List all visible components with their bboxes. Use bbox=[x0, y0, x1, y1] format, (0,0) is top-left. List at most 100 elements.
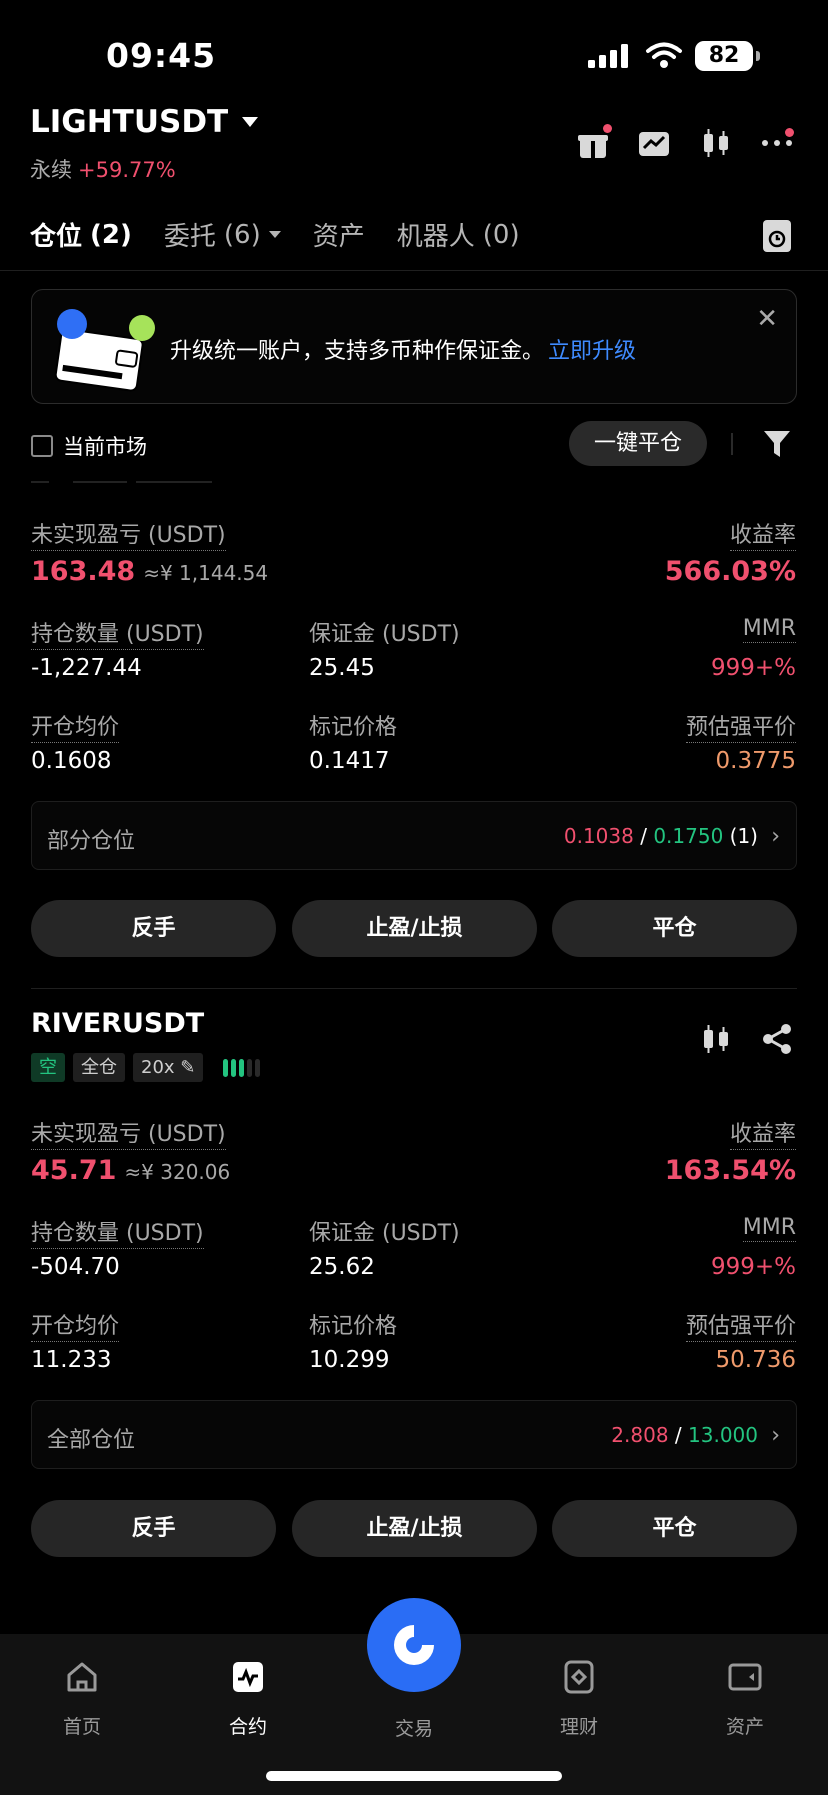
position-size-label[interactable]: 持仓数量 (USDT) bbox=[31, 1215, 204, 1249]
mark-price-value: 10.299 bbox=[309, 1347, 390, 1373]
notification-dot bbox=[785, 128, 794, 137]
entry-price-label[interactable]: 开仓均价 bbox=[31, 709, 120, 743]
mark-price-value: 0.1417 bbox=[309, 748, 390, 774]
liq-price-label[interactable]: 预估强平价 bbox=[685, 1308, 796, 1342]
cellular-signal-icon bbox=[588, 44, 628, 68]
history-icon[interactable] bbox=[763, 220, 791, 252]
home-indicator bbox=[266, 1771, 562, 1781]
upgrade-link[interactable]: 立即升级 bbox=[548, 339, 636, 364]
unrealized-pnl-label[interactable]: 未实现盈亏 (USDT) bbox=[31, 1116, 226, 1150]
close-position-button[interactable]: 平仓 bbox=[552, 1500, 797, 1557]
contract-type: 永续 bbox=[30, 158, 72, 182]
nav-assets[interactable]: 资产 bbox=[685, 1659, 805, 1739]
reverse-button[interactable]: 反手 bbox=[31, 1500, 276, 1557]
wifi-icon bbox=[646, 42, 682, 68]
pnl-value-row: 163.48 ≈¥ 1,144.54 bbox=[31, 556, 268, 587]
tp-sl-button[interactable]: 止盈/止损 bbox=[292, 900, 537, 957]
position-tabs: 仓位 (2) 委托 (6) 资产 机器人 (0) bbox=[30, 216, 552, 253]
position-size-value: -504.70 bbox=[31, 1254, 120, 1280]
nav-home[interactable]: 首页 bbox=[22, 1659, 142, 1739]
notification-dot bbox=[603, 124, 612, 133]
current-market-filter[interactable]: 当前市场 bbox=[31, 431, 147, 461]
pnl-cny: ≈¥ 320.06 bbox=[124, 1160, 231, 1184]
close-icon[interactable]: ✕ bbox=[756, 304, 778, 334]
margin-label: 保证金 (USDT) bbox=[309, 622, 460, 647]
reverse-button[interactable]: 反手 bbox=[31, 900, 276, 957]
nav-trade[interactable]: 交易 bbox=[354, 1714, 474, 1741]
tab-bots[interactable]: 机器人 (0) bbox=[397, 216, 520, 253]
earn-icon bbox=[564, 1660, 594, 1694]
sl-value: 13.000 bbox=[688, 1423, 758, 1447]
roe-label[interactable]: 收益率 bbox=[729, 517, 796, 551]
divider bbox=[31, 988, 797, 989]
pnl-value-row: 45.71 ≈¥ 320.06 bbox=[31, 1155, 230, 1186]
tpsl-values: 2.808 / 13.000 bbox=[611, 1423, 758, 1447]
more-icon[interactable] bbox=[760, 126, 794, 160]
close-all-button[interactable]: 一键平仓 bbox=[569, 421, 707, 466]
adl-indicator bbox=[223, 1058, 261, 1077]
position-size-value: -1,227.44 bbox=[31, 655, 142, 681]
tab-orders[interactable]: 委托 (6) bbox=[164, 216, 281, 253]
margin-value: 25.62 bbox=[309, 1254, 375, 1280]
tp-sl-button[interactable]: 止盈/止损 bbox=[292, 1500, 537, 1557]
margin-mode-badge: 全仓 bbox=[73, 1053, 125, 1082]
banner-message: 升级统一账户，支持多币种作保证金。 立即升级 bbox=[170, 339, 637, 364]
mark-price-label: 标记价格 bbox=[309, 1314, 398, 1339]
gift-icon[interactable] bbox=[576, 124, 612, 160]
current-market-label: 当前市场 bbox=[63, 435, 147, 459]
tab-assets[interactable]: 资产 bbox=[313, 216, 365, 253]
position-tags: 空 全仓 20x ✎ bbox=[31, 1053, 261, 1082]
entry-price-value: 11.233 bbox=[31, 1347, 112, 1373]
candlestick-icon[interactable] bbox=[699, 126, 733, 160]
pnl-cny: ≈¥ 1,144.54 bbox=[143, 561, 269, 585]
share-icon[interactable] bbox=[760, 1022, 794, 1056]
margin-value: 25.45 bbox=[309, 655, 375, 681]
mark-price-label: 标记价格 bbox=[309, 715, 398, 740]
upgrade-banner: 升级统一账户，支持多币种作保证金。 立即升级 ✕ bbox=[31, 289, 797, 404]
liq-price-value: 0.3775 bbox=[715, 748, 796, 774]
mmr-value: 999+% bbox=[710, 655, 796, 681]
pair-title: LIGHTUSDT bbox=[30, 104, 229, 140]
wallet-icon bbox=[54, 309, 155, 392]
battery-indicator: 82 bbox=[695, 41, 760, 71]
filter-icon[interactable] bbox=[762, 428, 792, 460]
status-time: 09:45 bbox=[106, 36, 217, 75]
tpsl-row[interactable]: 全部仓位 2.808 / 13.000 › bbox=[31, 1400, 797, 1469]
entry-price-value: 0.1608 bbox=[31, 748, 112, 774]
slash: / bbox=[640, 824, 647, 848]
pair-subtitle: 永续 +59.77% bbox=[30, 154, 176, 184]
divider bbox=[0, 270, 828, 271]
tpsl-count: (1) bbox=[729, 824, 758, 848]
pair-selector[interactable]: LIGHTUSDT bbox=[30, 104, 259, 140]
slash: / bbox=[674, 1423, 682, 1447]
tpsl-row[interactable]: 部分仓位 0.1038 / 0.1750 (1) › bbox=[31, 801, 797, 870]
nav-earn[interactable]: 理财 bbox=[519, 1659, 639, 1739]
divider bbox=[136, 481, 212, 483]
liq-price-label[interactable]: 预估强平价 bbox=[685, 709, 796, 743]
mmr-label[interactable]: MMR bbox=[742, 1215, 796, 1242]
close-position-button[interactable]: 平仓 bbox=[552, 900, 797, 957]
tpsl-label: 部分仓位 bbox=[47, 829, 136, 854]
roe-label[interactable]: 收益率 bbox=[729, 1116, 796, 1150]
card-chart-icon[interactable] bbox=[637, 126, 671, 160]
entry-price-label[interactable]: 开仓均价 bbox=[31, 1308, 120, 1342]
tpsl-label: 全部仓位 bbox=[47, 1428, 136, 1453]
margin-label: 保证金 (USDT) bbox=[309, 1221, 460, 1246]
chevron-down-icon bbox=[268, 231, 281, 238]
roe-value: 163.54% bbox=[664, 1155, 796, 1186]
leverage-badge[interactable]: 20x ✎ bbox=[133, 1053, 204, 1082]
checkbox[interactable] bbox=[31, 435, 53, 457]
mmr-label[interactable]: MMR bbox=[742, 616, 796, 643]
nav-futures[interactable]: 合约 bbox=[188, 1659, 308, 1739]
side-badge: 空 bbox=[31, 1053, 65, 1082]
tpsl-values: 0.1038 / 0.1750 (1) bbox=[564, 824, 758, 848]
unrealized-pnl-label[interactable]: 未实现盈亏 (USDT) bbox=[31, 517, 226, 551]
trade-center-button[interactable] bbox=[367, 1598, 461, 1692]
chart-pulse-icon bbox=[233, 1662, 263, 1692]
tab-positions[interactable]: 仓位 (2) bbox=[30, 216, 132, 253]
tp-value: 2.808 bbox=[611, 1423, 669, 1447]
position-size-label[interactable]: 持仓数量 (USDT) bbox=[31, 616, 204, 650]
tp-value: 0.1038 bbox=[563, 824, 634, 848]
candlestick-icon[interactable] bbox=[699, 1022, 733, 1056]
edit-icon: ✎ bbox=[180, 1057, 196, 1078]
